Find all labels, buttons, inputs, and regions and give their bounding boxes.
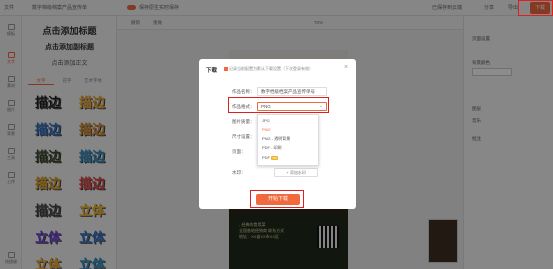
close-icon[interactable]: × (344, 64, 348, 71)
checkbox-icon (224, 66, 228, 71)
highlight-start-download (250, 190, 304, 208)
add-watermark-button[interactable]: + 添加水印 (274, 168, 318, 177)
format-option-png-transparent[interactable]: PNG - 透明背景 (262, 136, 290, 142)
format-option-png[interactable]: PNG (262, 127, 271, 132)
app-window: 文件 数字档级档案产品宣传单 保存原生实时保存 已保存到云端 分享 导出 下载 … (0, 0, 553, 269)
dialog-title: 下载 (206, 68, 218, 74)
format-option-pdf[interactable]: PDF VIP (262, 155, 278, 160)
scope-label: 页面： (232, 149, 246, 154)
size-label: 尺寸设置： (232, 134, 255, 139)
highlight-top-download (518, 0, 553, 16)
name-label: 作品名称： (232, 89, 255, 94)
name-input[interactable]: 数字档级档案产品宣传单号 (257, 87, 327, 96)
watermark-label: 水印： (232, 170, 246, 175)
highlight-format-select (228, 97, 329, 113)
download-dialog: 下载 记录当前配置为默认下载设置（下次登录有效） × 作品名称： 数字档级档案产… (199, 59, 356, 209)
format-option-jpg[interactable]: JPG (262, 118, 270, 123)
format-dropdown: JPG PNG PNG - 透明背景 PDF - 印刷 PDF VIP (257, 114, 319, 166)
quality-label: 图片质量： (232, 119, 255, 124)
vip-badge: VIP (271, 155, 278, 160)
remember-settings-checkbox[interactable]: 记录当前配置为默认下载设置（下次登录有效） (224, 66, 313, 72)
format-option-pdf-print[interactable]: PDF - 印刷 (262, 145, 282, 151)
